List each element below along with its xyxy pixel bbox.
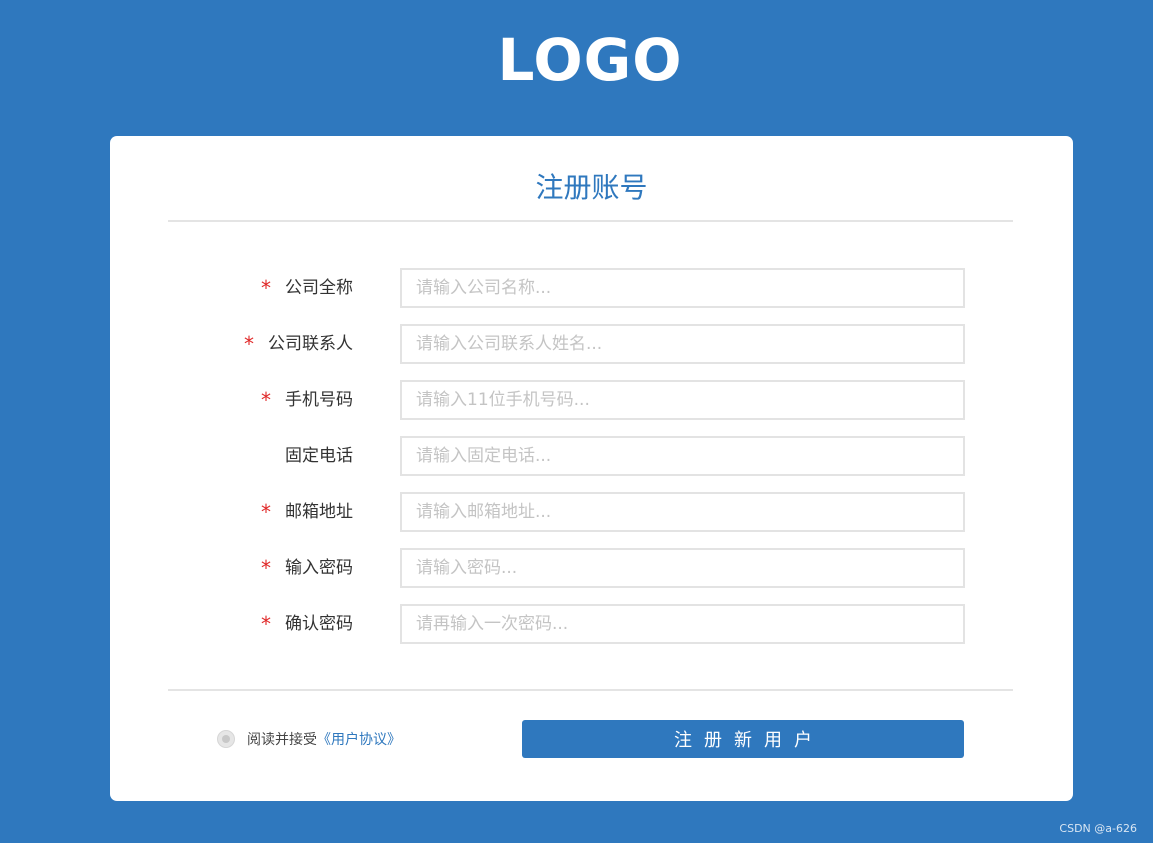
register-button[interactable]: 注册新用户	[522, 720, 964, 758]
agreement-radio[interactable]	[217, 730, 235, 748]
company-name-label: * 公司全称	[261, 268, 353, 308]
password-label-text: 输入密码	[285, 558, 353, 578]
email-label-text: 邮箱地址	[285, 502, 353, 522]
company-contact-row: * 公司联系人	[110, 324, 1073, 364]
company-name-label-text: 公司全称	[285, 278, 353, 298]
company-name-input[interactable]	[400, 268, 965, 308]
company-contact-input[interactable]	[400, 324, 965, 364]
logo: LOGO	[497, 26, 683, 94]
company-contact-label-text: 公司联系人	[268, 334, 353, 354]
email-input[interactable]	[400, 492, 965, 532]
register-card: 注册账号 * 公司全称 * 公司联系人 * 手机号码 固定电话 * 邮箱地址 * 输入密码…	[110, 136, 1073, 801]
landline-input[interactable]	[400, 436, 965, 476]
landline-row: 固定电话	[110, 436, 1073, 476]
required-mark: *	[261, 500, 271, 524]
required-mark: *	[261, 276, 271, 300]
watermark: CSDN @a-626	[1059, 822, 1137, 835]
mobile-input[interactable]	[400, 380, 965, 420]
landline-label-text: 固定电话	[285, 446, 353, 466]
company-name-row: * 公司全称	[110, 268, 1073, 308]
agreement-text: 阅读并接受	[247, 732, 317, 748]
required-mark: *	[261, 556, 271, 580]
required-mark: *	[261, 388, 271, 412]
password-row: * 输入密码	[110, 548, 1073, 588]
agreement: 阅读并接受《用户协议》	[217, 728, 401, 752]
footer-divider	[168, 689, 1013, 691]
confirm-password-label-text: 确认密码	[285, 614, 353, 634]
confirm-password-label: * 确认密码	[261, 604, 353, 644]
user-agreement-link[interactable]: 《用户协议》	[317, 732, 401, 748]
confirm-password-input[interactable]	[400, 604, 965, 644]
mobile-row: * 手机号码	[110, 380, 1073, 420]
email-row: * 邮箱地址	[110, 492, 1073, 532]
mobile-label-text: 手机号码	[285, 390, 353, 410]
required-mark: *	[261, 612, 271, 636]
company-contact-label: * 公司联系人	[244, 324, 353, 364]
mobile-label: * 手机号码	[261, 380, 353, 420]
form-title: 注册账号	[535, 171, 648, 204]
confirm-password-row: * 确认密码	[110, 604, 1073, 644]
title-divider	[168, 220, 1013, 222]
landline-label: 固定电话	[285, 436, 353, 476]
email-label: * 邮箱地址	[261, 492, 353, 532]
required-mark: *	[244, 332, 254, 356]
password-label: * 输入密码	[261, 548, 353, 588]
password-input[interactable]	[400, 548, 965, 588]
